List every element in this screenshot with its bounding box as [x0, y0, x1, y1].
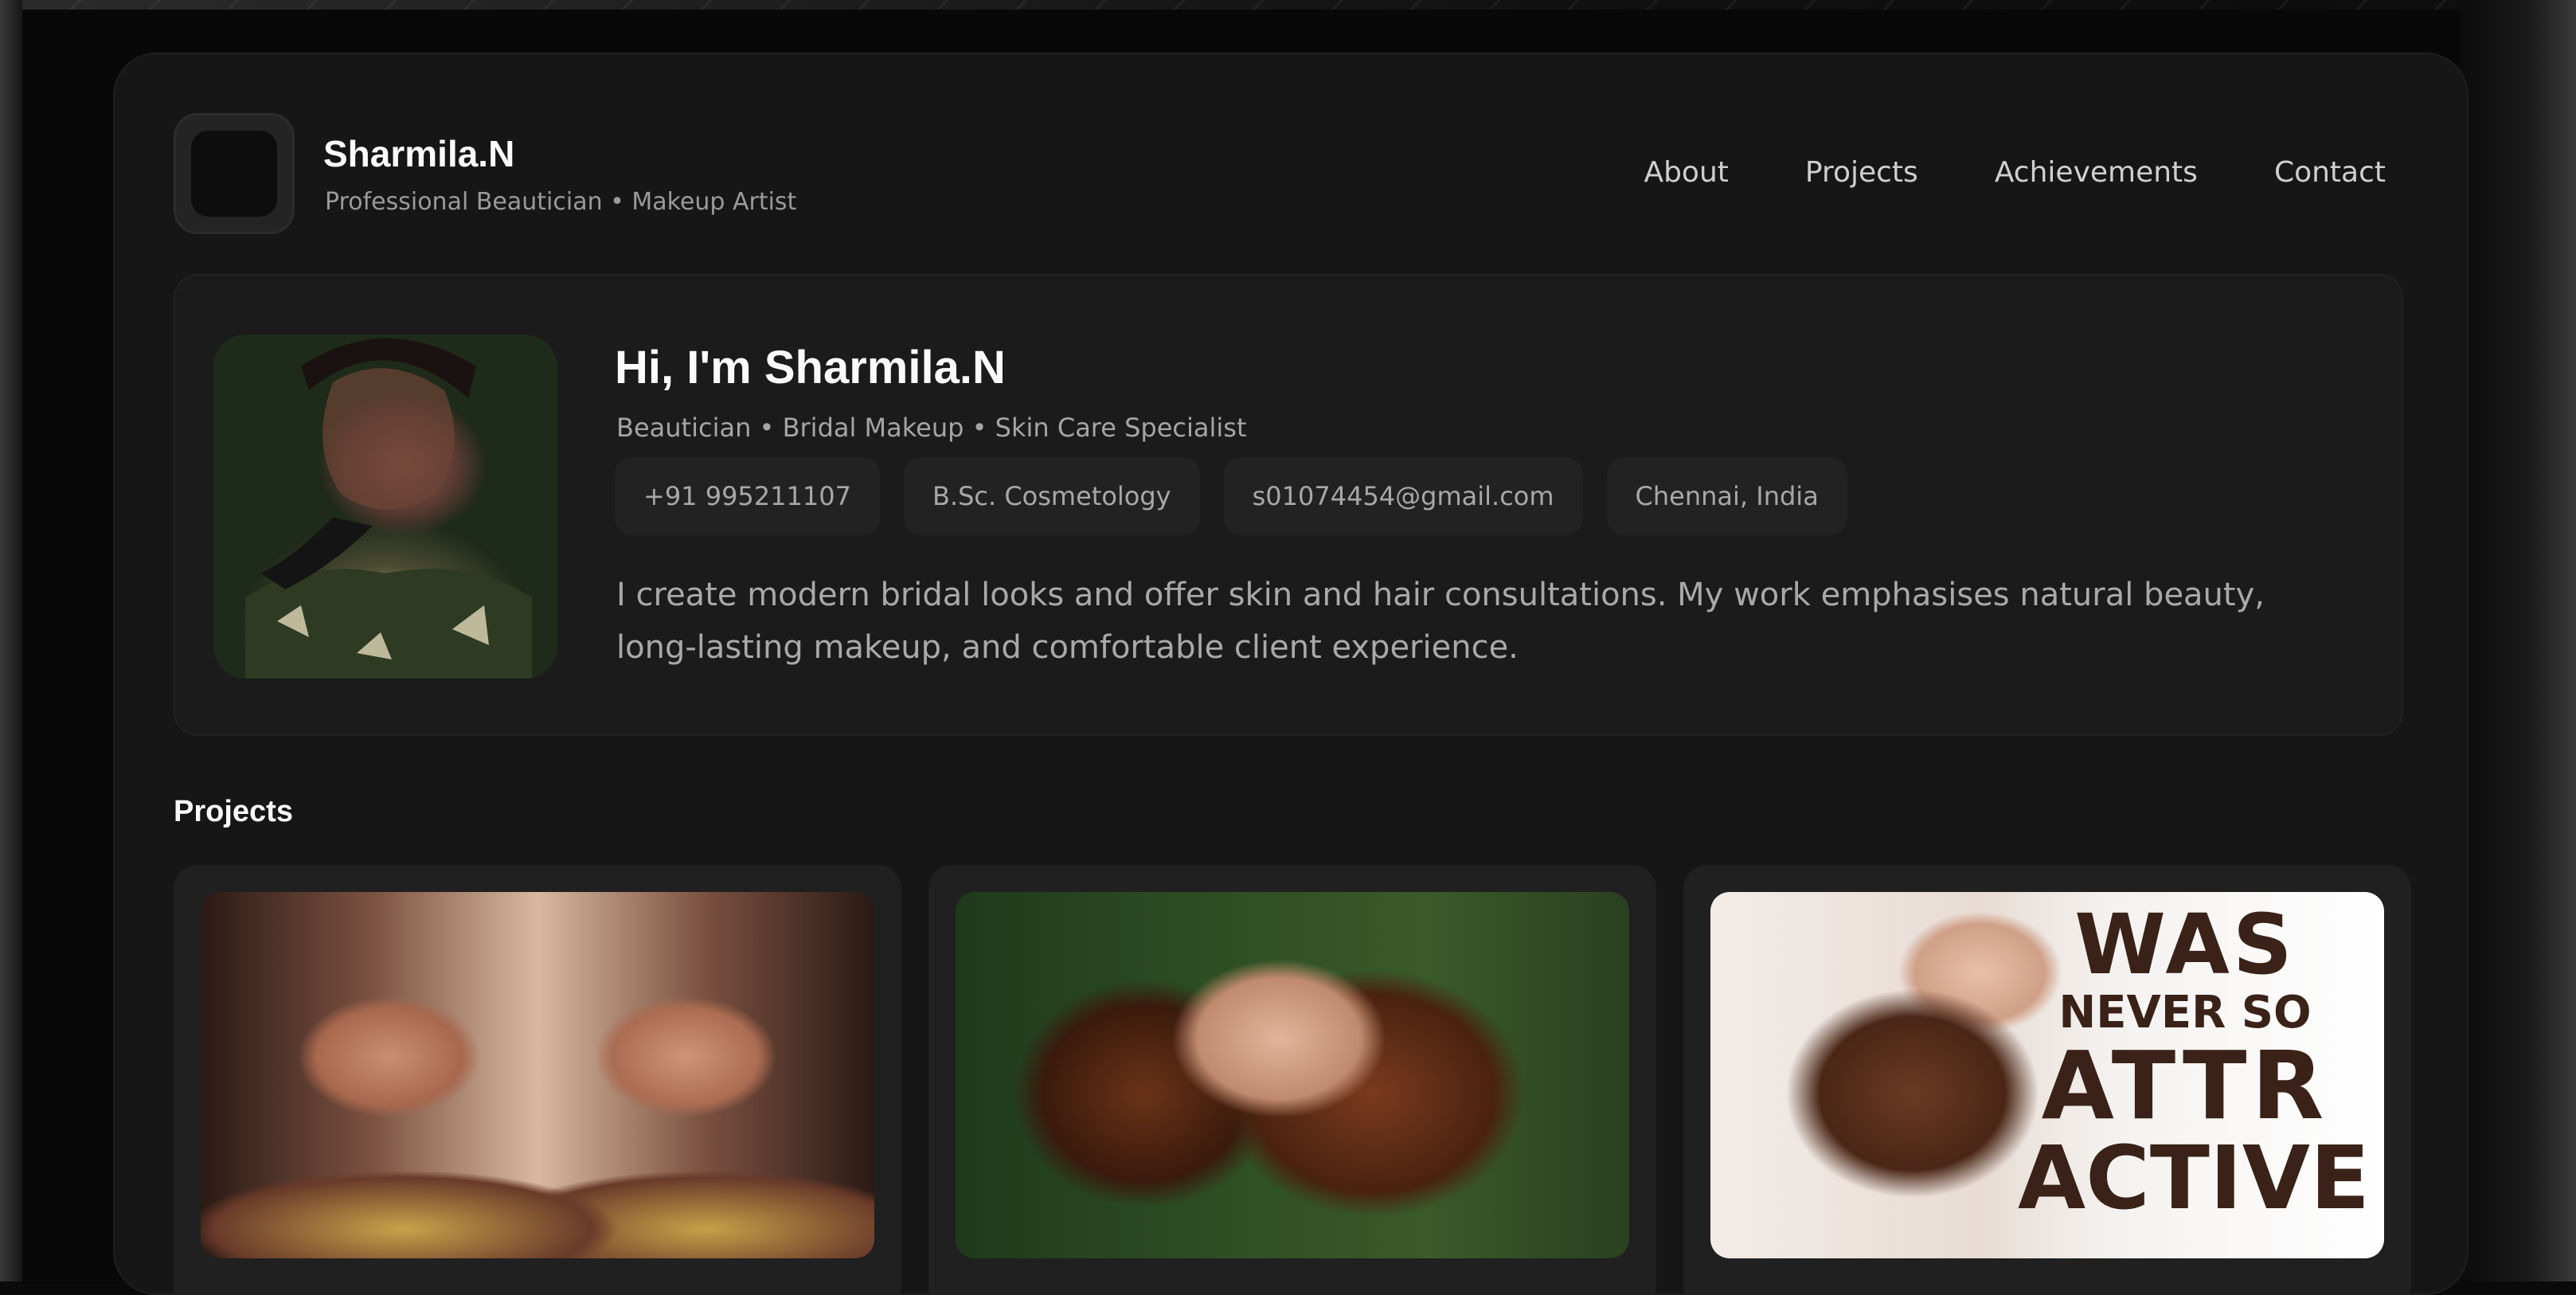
logo-icon[interactable]: [174, 113, 295, 234]
hero-description: I create modern bridal looks and offer s…: [616, 569, 2352, 674]
hero-name: Sharmila.N: [764, 342, 1006, 393]
nav-achievements[interactable]: Achievements: [1995, 156, 2198, 189]
brand-tagline: Professional Beautician • Makeup Artist: [325, 188, 796, 216]
poster-line: NEVER SO: [2018, 991, 2352, 1035]
nav-projects[interactable]: Projects: [1805, 156, 1918, 189]
chip-degree: B.Sc. Cosmetology: [904, 457, 1200, 535]
projects-title: Projects: [174, 795, 293, 829]
chip-email[interactable]: s01074454@gmail.com: [1224, 457, 1583, 535]
brand-name: Sharmila.N: [323, 132, 514, 175]
hero-greeting: Hi, I'm: [615, 342, 764, 393]
hero-subtitle: Beautician • Bridal Makeup • Skin Care S…: [616, 413, 1247, 443]
contact-chips: +91 995211107 B.Sc. Cosmetology s0107445…: [615, 457, 1847, 535]
project-image: [201, 892, 874, 1258]
profile-photo: [213, 335, 557, 679]
poster-line: ACTIVE: [2018, 1134, 2352, 1222]
portfolio-card: Sharmila.N Professional Beautician • Mak…: [113, 53, 2469, 1295]
project-image: WAS NEVER SO ATTR ACTIVE: [1710, 892, 2384, 1258]
chip-phone[interactable]: +91 995211107: [615, 457, 880, 535]
logo-inner: [191, 131, 277, 217]
poster-text: WAS NEVER SO ATTR ACTIVE: [2018, 903, 2352, 1222]
nav-about[interactable]: About: [1644, 156, 1728, 189]
projects-grid: WAS NEVER SO ATTR ACTIVE: [174, 865, 2411, 1295]
hero-title: Hi, I'm Sharmila.N: [615, 341, 1006, 394]
nav-contact[interactable]: Contact: [2274, 156, 2386, 189]
project-card[interactable]: WAS NEVER SO ATTR ACTIVE: [1683, 865, 2411, 1295]
chip-location: Chennai, India: [1607, 457, 1847, 535]
background-edge-left: [0, 0, 22, 1281]
project-image: [956, 892, 1629, 1258]
poster-line: ATTR: [2018, 1039, 2352, 1133]
hero-section: Hi, I'm Sharmila.N Beautician • Bridal M…: [174, 274, 2403, 736]
background-edge-right: [2457, 0, 2576, 1281]
poster-line: WAS: [2018, 903, 2352, 986]
main-nav: About Projects Achievements Contact: [1644, 156, 2386, 189]
project-card[interactable]: [174, 865, 901, 1295]
project-card[interactable]: [928, 865, 1656, 1295]
